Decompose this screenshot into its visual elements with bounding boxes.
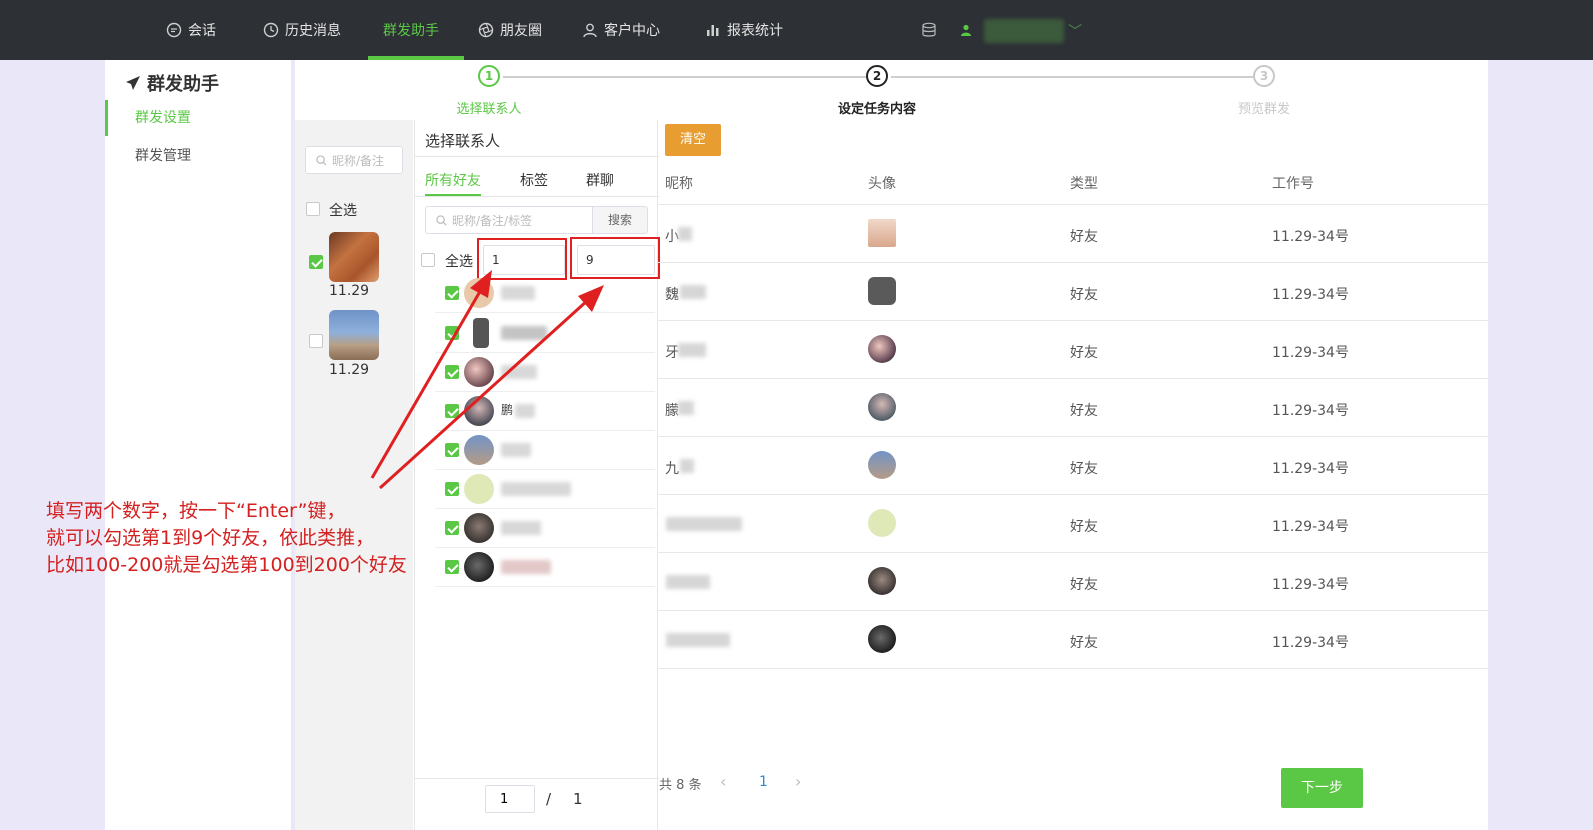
annotation-line: 填写两个数字，按一下“Enter”键， — [46, 500, 346, 522]
annotation-line: 比如100-200就是勾选第100到200个好友 — [46, 554, 407, 576]
arrow-head — [470, 270, 492, 298]
instruction-annotation: 填写两个数字，按一下“Enter”键， 就可以勾选第1到9个好友，依此类推， 比… — [46, 498, 436, 579]
arrow-line — [378, 298, 590, 490]
arrow-head — [578, 285, 604, 312]
arrow-line — [370, 287, 484, 479]
annotation-line: 就可以勾选第1到9个好友，依此类推， — [46, 527, 375, 549]
annotation-arrows — [370, 270, 604, 490]
